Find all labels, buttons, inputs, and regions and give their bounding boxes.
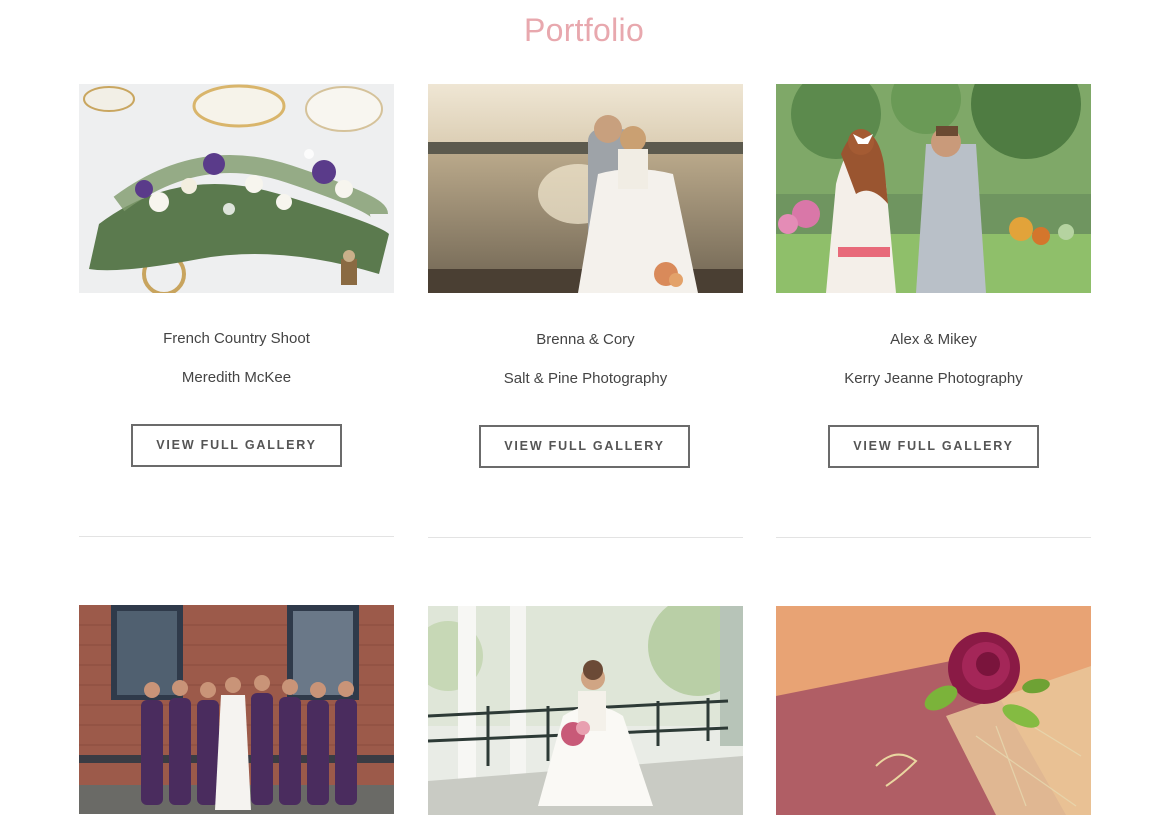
rose-boutonniere-image [776,606,1091,815]
gallery-card-brenna-cory: Brenna & Cory Salt & Pine Photography VI… [428,84,743,554]
bridal-party-brick-image [79,605,394,814]
gallery-card-4 [79,605,394,815]
gallery-photo-floral-centerpiece[interactable] [79,84,394,293]
view-full-gallery-button[interactable]: VIEW FULL GALLERY [479,425,690,468]
gallery-title: French Country Shoot [163,330,310,347]
gallery-photographer: Meredith McKee [181,369,292,386]
view-full-gallery-button[interactable]: VIEW FULL GALLERY [828,425,1039,468]
gallery-card-alex-mikey: Alex & Mikey Kerry Jeanne Photography VI… [776,84,1091,554]
gallery-photographer: Kerry Jeanne Photography [844,370,1023,387]
gallery-card-6 [776,606,1091,816]
gallery-photo-couple-waterfront[interactable] [428,84,743,293]
bride-porch-image [428,606,743,815]
gallery-photo-bridal-party[interactable] [79,605,394,814]
card-divider [428,537,743,538]
card-divider [776,537,1091,538]
gallery-card-5 [428,606,743,816]
floral-centerpiece-image [79,84,394,293]
couple-waterfront-image [428,84,743,293]
gallery-photo-rose-boutonniere[interactable] [776,606,1091,815]
gallery-photo-couple-garden[interactable] [776,84,1091,293]
page-title: Portfolio [523,12,645,48]
gallery-photo-bride-porch[interactable] [428,606,743,815]
gallery-photographer: Salt & Pine Photography [503,370,668,387]
view-full-gallery-button[interactable]: VIEW FULL GALLERY [131,424,342,467]
couple-garden-image [776,84,1091,293]
gallery-title: Brenna & Cory [536,331,635,348]
gallery-card-french-country: French Country Shoot Meredith McKee VIEW… [79,84,394,554]
gallery-title: Alex & Mikey [890,331,977,348]
card-divider [79,536,394,537]
